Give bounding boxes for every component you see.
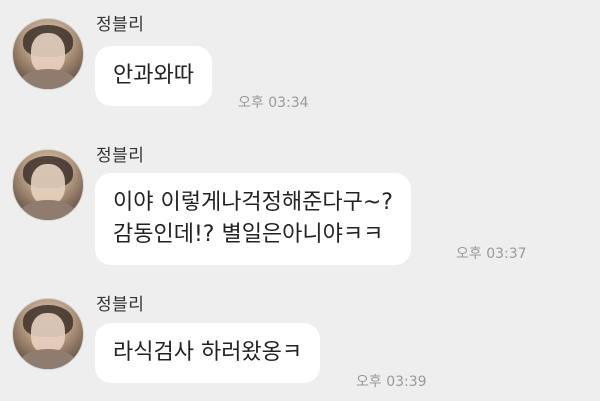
- message-line: 안과와따: [113, 63, 194, 88]
- avatar-face: [31, 313, 65, 353]
- user-avatar-icon[interactable]: [12, 298, 84, 370]
- message-timestamp: 오후 03:37: [456, 246, 527, 262]
- avatar-shoulders: [19, 69, 77, 89]
- message-bubble[interactable]: 라식검사 하러왔옹ㅋ: [95, 323, 321, 383]
- message-bubble[interactable]: 안과와따: [95, 46, 212, 106]
- user-avatar-icon[interactable]: [12, 18, 84, 90]
- avatar-face: [31, 164, 65, 204]
- chat-thread: 정블리 안과와따 오후 03:34 정블리 이야 이렇게나걱정해준다구~? 감동…: [0, 0, 600, 401]
- message-line: 이야 이렇게나걱정해준다구~?: [113, 190, 393, 215]
- message-line: 감동인데!? 별일은아니야ㅋㅋ: [113, 222, 384, 247]
- sender-name: 정블리: [96, 15, 145, 35]
- sender-name: 정블리: [96, 146, 145, 166]
- message-timestamp: 오후 03:34: [238, 95, 309, 111]
- avatar-shoulders: [19, 349, 77, 369]
- sender-name: 정블리: [96, 295, 145, 315]
- message-timestamp: 오후 03:39: [356, 374, 427, 390]
- message-bubble[interactable]: 이야 이렇게나걱정해준다구~? 감동인데!? 별일은아니야ㅋㅋ: [95, 173, 411, 265]
- user-avatar-icon[interactable]: [12, 149, 84, 221]
- avatar-face: [31, 33, 65, 73]
- message-line: 라식검사 하러왔옹ㅋ: [113, 340, 303, 365]
- avatar-shoulders: [19, 200, 77, 220]
